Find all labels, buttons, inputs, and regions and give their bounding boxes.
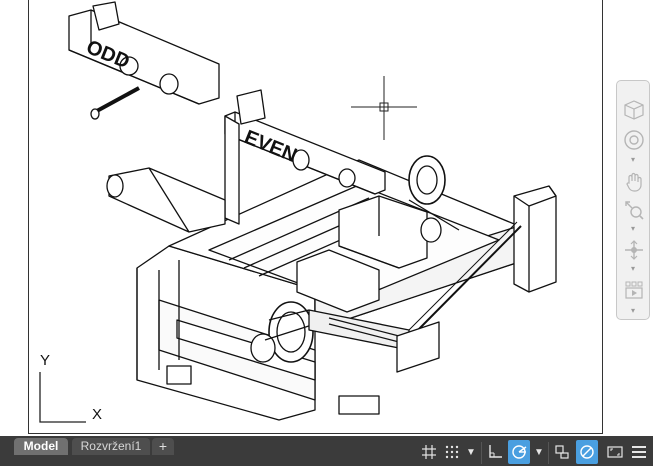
customize-menu-icon[interactable] [628, 440, 650, 464]
polar-tracking-icon[interactable] [508, 440, 530, 464]
ucs-x-label: X [92, 406, 103, 423]
showmotion-icon[interactable] [621, 277, 647, 303]
status-separator [548, 442, 549, 464]
pan-hand-icon[interactable] [621, 169, 647, 195]
mechanical-assembly-drawing: ODD EVEN [68, 1, 557, 421]
snap-icon[interactable] [442, 440, 462, 464]
annotation-monitor-icon[interactable] [576, 440, 598, 464]
status-bar: Model Rozvržení1 + ▼ ▼ [0, 436, 653, 466]
add-layout-button[interactable]: + [152, 438, 174, 455]
navigation-bar: ▾ ▾ ▾ ▾ [616, 80, 650, 320]
navbar-separator: ▾ [631, 306, 636, 315]
steering-wheel-icon[interactable] [621, 127, 647, 153]
ortho-icon[interactable] [484, 440, 506, 464]
isodraft-icon[interactable] [551, 440, 573, 464]
drawing-viewport[interactable]: ODD EVEN [28, 0, 603, 434]
navbar-separator: ▾ [631, 264, 636, 273]
snap-menu-chevron[interactable]: ▼ [464, 440, 478, 464]
polar-menu-chevron[interactable]: ▼ [532, 440, 546, 464]
orbit-icon[interactable] [621, 237, 647, 263]
cursor-crosshair [351, 76, 417, 140]
navbar-separator: ▾ [631, 224, 636, 233]
model-space-canvas[interactable]: ODD EVEN Y X [0, 0, 653, 436]
fullscreen-icon[interactable] [604, 440, 626, 464]
grid-icon[interactable] [418, 440, 440, 464]
ucs-y-label: Y [40, 352, 51, 369]
ucs-icon: Y X [34, 352, 114, 428]
viewcube-icon[interactable] [621, 97, 647, 123]
tab-layout[interactable]: Rozvržení1 [72, 438, 150, 455]
zoom-extents-icon[interactable] [621, 197, 647, 223]
tab-model[interactable]: Model [14, 438, 68, 455]
navbar-separator: ▾ [631, 155, 636, 164]
status-separator [481, 442, 482, 464]
